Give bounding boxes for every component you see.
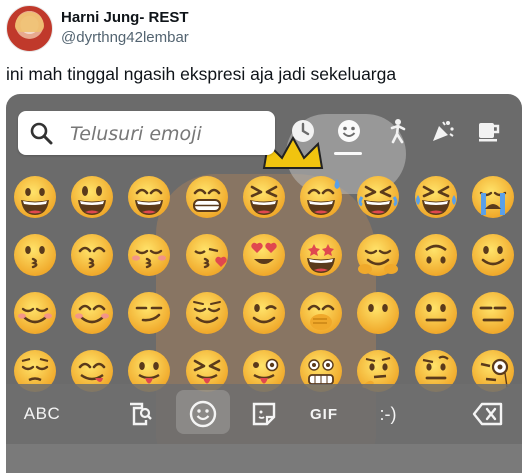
emoji-smiling-hearts-hug[interactable] [350, 226, 407, 284]
sticker-icon [252, 402, 276, 426]
emoji-smirking-face[interactable] [121, 284, 178, 342]
emoji-beaming-face[interactable] [178, 168, 235, 226]
smirking-face-icon [128, 292, 171, 334]
emoji-grid [6, 168, 522, 400]
sticker-search-icon [130, 402, 152, 426]
emoji-relieved-face[interactable] [178, 284, 235, 342]
author-handle[interactable]: @dyrthng42lembar [61, 29, 189, 46]
grinning-face-icon [13, 176, 56, 218]
recent-icon[interactable] [288, 116, 318, 146]
star-struck-icon [300, 234, 343, 276]
grinning-sweat-icon [300, 176, 343, 218]
emoji-neutral-face[interactable] [407, 284, 464, 342]
celebration-icon[interactable] [428, 116, 458, 146]
kissing-closed-eyes-icon [128, 234, 171, 276]
active-category-indicator [334, 152, 362, 155]
gif-label: GIF [310, 405, 338, 423]
emoticon-tab-button[interactable]: :-) [366, 396, 410, 432]
beaming-face-icon [185, 176, 228, 218]
squinting-laugh-icon [242, 176, 285, 218]
keyboard-bottom-bar: ABC GIF :-) [6, 384, 522, 444]
winking-face-icon [242, 292, 285, 334]
search-icon [30, 122, 53, 145]
emoji-tab-button[interactable] [184, 396, 222, 432]
emoji-squinting-laugh[interactable] [235, 168, 292, 226]
emoji-face-blowing-kiss[interactable] [178, 226, 235, 284]
emoji-grinning-face[interactable] [6, 168, 63, 226]
relieved-face-icon [185, 292, 228, 334]
no-mouth-icon [357, 292, 400, 334]
upside-down-face-icon [414, 234, 457, 276]
keyboard-screenshot: ABC GIF :-) [6, 94, 522, 473]
face-blowing-kiss-icon [185, 234, 228, 276]
emoji-kissing-face[interactable] [6, 226, 63, 284]
emoji-rolling-laughing[interactable] [350, 168, 407, 226]
sticker-search-button[interactable] [122, 396, 158, 432]
slightly-smiling-icon [472, 234, 515, 276]
grinning-big-eyes-icon [70, 176, 113, 218]
emoji-category-bar [288, 116, 522, 155]
avatar-hair [15, 12, 44, 32]
emoji-expressionless[interactable] [464, 284, 521, 342]
smiling-eyes-icon [70, 292, 113, 334]
loudly-crying-icon [472, 176, 515, 218]
smiley-icon [189, 400, 217, 428]
abc-button[interactable]: ABC [20, 396, 64, 432]
emoji-kissing-smiling-eyes[interactable] [63, 226, 120, 284]
emoji-smiling-eyes[interactable] [63, 284, 120, 342]
backspace-button[interactable] [468, 396, 508, 432]
kissing-smiling-eyes-icon [70, 234, 113, 276]
backspace-icon [472, 402, 503, 426]
gif-tab-button[interactable]: GIF [302, 396, 346, 432]
emoji-winking-face[interactable] [235, 284, 292, 342]
smiling-hearts-hug-icon [357, 234, 400, 276]
emoji-heart-eyes[interactable] [235, 226, 292, 284]
hand-over-mouth-icon [300, 292, 343, 334]
emoji-grinning-smiling-eyes[interactable] [121, 168, 178, 226]
emoji-slightly-smiling[interactable] [464, 226, 521, 284]
kissing-face-icon [13, 234, 56, 276]
tweet-text: ini mah tinggal ngasih ekspresi aja jadi… [6, 64, 397, 84]
emoji-hand-over-mouth[interactable] [292, 284, 349, 342]
emoji-search-box[interactable] [18, 111, 275, 155]
emoticon-label: :-) [379, 403, 397, 424]
emoji-upside-down-face[interactable] [407, 226, 464, 284]
emoji-no-mouth[interactable] [350, 284, 407, 342]
people-activity-icon[interactable] [382, 116, 412, 146]
tears-of-joy-icon [414, 176, 457, 218]
emoji-star-struck[interactable] [292, 226, 349, 284]
emoji-loudly-crying[interactable] [464, 168, 521, 226]
heart-eyes-icon [242, 234, 285, 276]
food-drink-icon[interactable] [474, 116, 504, 146]
emoji-tears-of-joy[interactable] [407, 168, 464, 226]
author-avatar[interactable] [6, 5, 53, 52]
grinning-smiling-eyes-icon [128, 176, 171, 218]
emoji-grinning-big-eyes[interactable] [63, 168, 120, 226]
sticker-tab-button[interactable] [246, 396, 282, 432]
abc-label: ABC [23, 404, 61, 423]
expressionless-icon [472, 292, 515, 334]
smiling-blush-icon [13, 292, 56, 334]
emoji-grinning-sweat[interactable] [292, 168, 349, 226]
rolling-laughing-icon [357, 176, 400, 218]
emoji-kissing-closed-eyes[interactable] [121, 226, 178, 284]
emoji-smiling-blush[interactable] [6, 284, 63, 342]
neutral-face-icon [414, 292, 457, 334]
keyboard-bottom-strip [6, 444, 522, 473]
emoji-search-input[interactable] [68, 118, 272, 150]
author-name[interactable]: Harni Jung- REST [61, 9, 189, 26]
smileys-icon[interactable] [334, 116, 364, 146]
